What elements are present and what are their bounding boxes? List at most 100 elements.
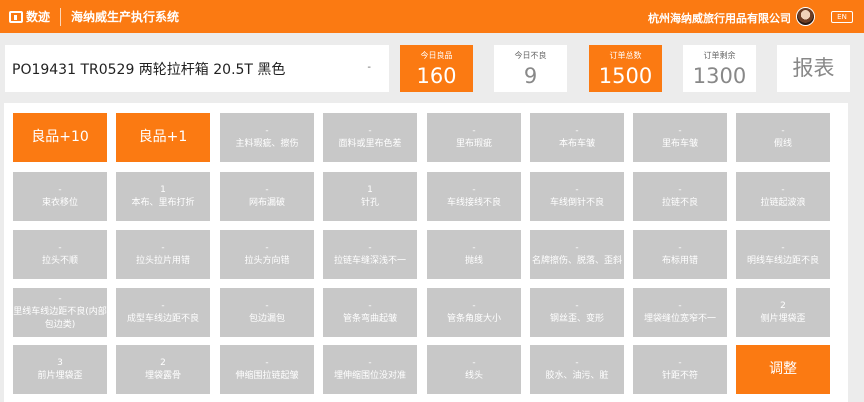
defect-count: - (472, 357, 476, 368)
defect-count: - (472, 184, 476, 195)
defect-label: 主料瑕疵、擦伤 (235, 138, 299, 149)
defect-count: - (472, 125, 476, 136)
defect-label: 里布瑕疵 (455, 138, 492, 149)
stat-order-total: 订单总数 1500 (589, 45, 662, 92)
defect-count: - (368, 300, 372, 311)
company-name: 杭州海纳威旅行用品有限公司 (648, 12, 791, 25)
defect-button[interactable]: - 里布瑕疵 (427, 113, 521, 162)
defect-button[interactable]: - 埋袋缝位宽窄不一 (633, 288, 727, 337)
stat-value: 9 (523, 64, 538, 88)
adjust-button[interactable]: 调整 (736, 345, 830, 394)
defect-label: 明线车线边距不良 (746, 255, 819, 266)
defect-button[interactable]: - 胶水、油污、脏 (530, 345, 624, 394)
defect-button[interactable]: - 本布车皱 (530, 113, 624, 162)
defect-label: 拉链不良 (661, 197, 698, 208)
stat-order-remaining: 订单剩余 1300 (683, 45, 756, 92)
defect-button[interactable]: - 主料瑕疵、擦伤 (220, 113, 314, 162)
defect-count: 2 (780, 300, 786, 311)
defect-count: - (368, 357, 372, 368)
defect-count: - (781, 184, 785, 195)
defect-count: 3 (57, 357, 63, 368)
defect-count: - (678, 125, 682, 136)
defect-button[interactable]: - 束衣移位 (13, 172, 107, 221)
good-plus-1-button[interactable]: 良品+1 (116, 113, 210, 162)
defect-label: 拉头方向错 (244, 255, 290, 266)
defect-button[interactable]: - 网布漏破 (220, 172, 314, 221)
defect-button[interactable]: - 成型车线边距不良 (116, 288, 210, 337)
defect-label: 胶水、油污、脏 (545, 370, 609, 381)
stat-value: 160 (416, 64, 457, 88)
logo-text: 数迹 (26, 10, 51, 24)
language-toggle-button[interactable]: EN (831, 11, 853, 23)
defect-label: 线头 (464, 370, 483, 381)
defect-button[interactable]: - 管条角度大小 (427, 288, 521, 337)
chevron-down-icon: - (367, 62, 371, 73)
defect-label: 埋袋缝位宽窄不一 (643, 313, 716, 324)
defect-label: 本布车皱 (558, 138, 595, 149)
defect-button[interactable]: - 面料或里布色差 (323, 113, 417, 162)
defect-count: - (678, 242, 682, 253)
defect-button[interactable]: - 线头 (427, 345, 521, 394)
defect-button[interactable]: - 针距不符 (633, 345, 727, 394)
defect-button[interactable]: 1 本布、里布打折 (116, 172, 210, 221)
defect-label: 车线接线不良 (446, 197, 501, 208)
defect-count: - (161, 300, 165, 311)
defect-count: - (58, 294, 62, 304)
defect-label: 伸缩围拉链起皱 (235, 370, 299, 381)
defect-button[interactable]: - 钢丝歪、变形 (530, 288, 624, 337)
defect-button[interactable]: 2 侧片埋袋歪 (736, 288, 830, 337)
defect-label: 车线倒针不良 (549, 197, 604, 208)
defect-count: - (58, 242, 62, 253)
defect-button[interactable]: - 车线倒针不良 (530, 172, 624, 221)
defect-button[interactable]: - 布标用错 (633, 230, 727, 279)
defect-button[interactable]: - 埋伸缩围位没对准 (323, 345, 417, 394)
defect-button[interactable]: - 里线车线边距不良(内部包边类) (13, 288, 107, 337)
defect-button[interactable]: - 里布车皱 (633, 113, 727, 162)
defect-count: - (265, 242, 269, 253)
defect-button[interactable]: - 车线接线不良 (427, 172, 521, 221)
stat-today-good: 今日良品 160 (400, 45, 473, 92)
defect-label: 侧片埋袋歪 (760, 313, 806, 324)
defect-button[interactable]: - 抛线 (427, 230, 521, 279)
order-select-value: PO19431 TR0529 两轮拉杆箱 20.5T 黑色 (12, 61, 286, 78)
defect-count: - (265, 184, 269, 195)
defect-button[interactable]: - 拉头不顺 (13, 230, 107, 279)
defect-label: 面料或里布色差 (338, 138, 402, 149)
defect-label: 网布漏破 (248, 197, 285, 208)
top-bar: 数迹 海纳威生产执行系统 杭州海纳威旅行用品有限公司 EN (0, 0, 864, 33)
defect-button[interactable]: - 拉头拉片用错 (116, 230, 210, 279)
defect-button[interactable]: - 假线 (736, 113, 830, 162)
defect-count: - (575, 242, 579, 253)
defect-button[interactable]: - 拉链起波浪 (736, 172, 830, 221)
stat-label: 今日不良 (514, 51, 547, 60)
defect-count: - (265, 125, 269, 136)
defect-button[interactable]: - 包边漏包 (220, 288, 314, 337)
app-logo: 数迹 (9, 8, 50, 25)
defect-button[interactable]: - 管条弯曲起皱 (323, 288, 417, 337)
defect-button[interactable]: 3 前片埋袋歪 (13, 345, 107, 394)
defect-count: - (678, 184, 682, 195)
defect-button[interactable]: - 伸缩围拉链起皱 (220, 345, 314, 394)
order-select[interactable]: PO19431 TR0529 两轮拉杆箱 20.5T 黑色 - (5, 45, 389, 92)
header-divider (60, 7, 62, 26)
defect-button[interactable]: 1 针孔 (323, 172, 417, 221)
defect-button[interactable]: - 拉链不良 (633, 172, 727, 221)
stat-label: 订单剩余 (703, 51, 736, 60)
report-button[interactable]: 报表 (777, 45, 850, 92)
system-title: 海纳威生产执行系统 (71, 10, 180, 24)
defect-label: 名牌擦伤、脱落、歪斜 (531, 255, 622, 266)
defect-button[interactable]: - 拉链车缝深浅不一 (323, 230, 417, 279)
defect-label: 管条弯曲起皱 (342, 313, 397, 324)
good-plus-10-button[interactable]: 良品+10 (13, 113, 107, 162)
defect-count: - (368, 242, 372, 253)
defect-button[interactable]: - 拉头方向错 (220, 230, 314, 279)
defect-count: 1 (160, 184, 166, 195)
defect-button[interactable]: - 名牌擦伤、脱落、歪斜 (530, 230, 624, 279)
logo-icon (9, 10, 23, 23)
avatar[interactable] (796, 7, 815, 26)
defect-label: 前片埋袋歪 (37, 370, 83, 381)
defect-count: - (575, 184, 579, 195)
defect-button[interactable]: - 明线车线边距不良 (736, 230, 830, 279)
defect-button[interactable]: 2 埋袋露骨 (116, 345, 210, 394)
defect-label: 钢丝歪、变形 (549, 313, 604, 324)
